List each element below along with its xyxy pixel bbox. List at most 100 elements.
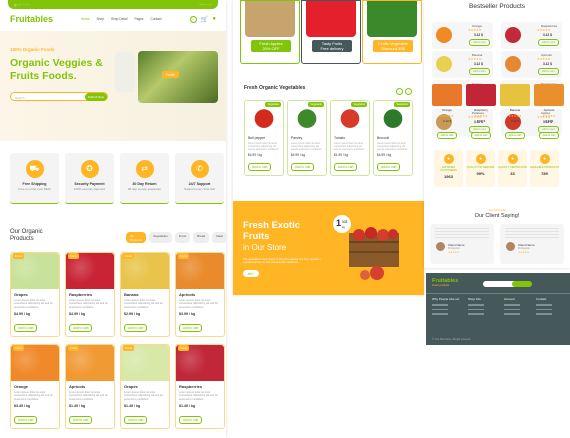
hero-title: Organic Veggies & Fruits Foods.: [10, 57, 103, 82]
bestseller-large-card[interactable]: Raspberry ★★★★★ 3.12 $ Add to cart: [466, 84, 496, 139]
product-card[interactable]: Fruits Grapes Lorem ipsum dolor sit amet c…: [10, 252, 60, 337]
add-to-cart-button[interactable]: Add to cart: [248, 163, 272, 171]
vegetable-card[interactable]: Vegetable Tomato Lorem ipsum dolor sit ame…: [330, 100, 370, 176]
users-icon: ●: [507, 154, 518, 164]
add-to-cart-button[interactable]: Add to cart: [436, 132, 458, 139]
stat-label: QUALITY OF SERVICE: [466, 166, 495, 169]
feature-30-day-return: ⇄ 30 Day Return 30 day money guarantee: [120, 153, 169, 204]
vegetable-card[interactable]: Vegetable Bell pepper Lorem ipsum dolor si…: [244, 100, 284, 176]
nav-link-pages[interactable]: Pages: [134, 17, 143, 21]
bestseller-large-card[interactable]: Apricots ★★★★★ 3.12 $ Add to cart: [534, 84, 564, 139]
tab-vegetables[interactable]: Vegetables: [148, 232, 172, 243]
nav-icons: ⌕ 🛒 ●: [189, 15, 216, 23]
cart-icon[interactable]: 🛒: [201, 16, 208, 23]
hero-image-label[interactable]: Fruits: [162, 71, 179, 78]
star-rating: ★★★★★: [508, 114, 522, 118]
vegetable-price: $4.99 / kg: [291, 152, 305, 157]
vegetable-badge: Vegetable: [265, 102, 281, 107]
arrow-left-icon[interactable]: ‹: [396, 88, 403, 95]
add-to-cart-button[interactable]: Add to cart: [334, 163, 358, 171]
bestseller-card[interactable]: Orange ★★★★★ 3.12 $ Add to cart: [432, 22, 493, 49]
feature-sub: 100% security payment: [73, 187, 106, 191]
home-page-preview: ◎ ···· ·· ···· ····· · ····· Fruitables …: [0, 0, 226, 438]
tab-fruits[interactable]: Fruits: [174, 232, 191, 243]
vegetable-card[interactable]: Vegetable Broccoli Lorem ipsum dolor sit a…: [373, 100, 413, 176]
product-description: Lorem ipsum dolor sit amet consectetur a…: [14, 299, 53, 309]
add-to-cart-button[interactable]: Add to cart: [377, 163, 401, 171]
add-to-cart-button[interactable]: Add to cart: [470, 132, 492, 139]
client-profession: Profession: [448, 247, 460, 250]
top-bar-address: ◎ ···· ·· ····: [14, 2, 31, 7]
tab-all-products[interactable]: All Products: [126, 232, 146, 243]
add-to-cart-button[interactable]: Add to cart: [504, 132, 526, 139]
bestseller-price: 3.12 $: [474, 33, 483, 37]
avatar: [506, 242, 515, 251]
add-to-cart-button[interactable]: Add to cart: [291, 163, 315, 171]
nav-link-shop[interactable]: Shop: [97, 17, 104, 21]
vegetable-description: Lorem ipsum dolor sit amet consectetur a…: [334, 141, 365, 151]
nav-link-contact[interactable]: Contact: [151, 17, 162, 21]
product-card[interactable]: Fruits Apricots Lorem ipsum dolor sit amet…: [175, 252, 225, 337]
hero-search-input[interactable]: Search Submit Now: [10, 92, 108, 101]
offers-page-preview: Fresh Apples 20% OFF Tasty Fruits Free deli…: [233, 0, 424, 295]
users-icon: ●: [475, 154, 486, 164]
nav-link-home[interactable]: Home: [81, 17, 90, 21]
add-to-cart-button[interactable]: Add to cart: [179, 416, 203, 424]
tab-meat[interactable]: Meat: [212, 232, 226, 243]
footer-col-title: Shop Info: [468, 297, 481, 301]
product-description: Lorem ipsum dolor sit amet consectetur a…: [124, 391, 163, 401]
buy-button[interactable]: BUY: [243, 270, 260, 277]
add-to-cart-button[interactable]: Add to cart: [124, 324, 148, 332]
add-to-cart-button[interactable]: Add to cart: [538, 132, 560, 139]
add-to-cart-button[interactable]: Add to cart: [14, 416, 38, 424]
bestseller-card[interactable]: Apricots ★★★★★ 3.12 $ Add to cart: [501, 51, 562, 78]
arrow-right-icon[interactable]: ›: [405, 88, 412, 95]
product-card[interactable]: Fruits Apricots Lorem ipsum dolor sit amet…: [65, 344, 115, 429]
add-to-cart-button[interactable]: Add to cart: [538, 68, 559, 75]
product-card[interactable]: Fruits Raspberries Lorem ipsum dolor sit a…: [175, 344, 225, 429]
crate-slat: [349, 251, 399, 253]
tab-bread[interactable]: Bread: [193, 232, 210, 243]
add-to-cart-button[interactable]: Add to cart: [179, 324, 203, 332]
product-card[interactable]: Fruits Raspberries Lorem ipsum dolor sit a…: [65, 252, 115, 337]
bestseller-image: [436, 56, 452, 72]
promo-banner[interactable]: Fresh Apples 20% OFF: [240, 0, 300, 64]
user-icon[interactable]: ●: [212, 16, 216, 22]
bestseller-large-card[interactable]: Banana ★★★★★ 3.12 $ Add to cart: [500, 84, 530, 139]
product-badge: Fruits: [13, 345, 24, 351]
users-icon: ●: [443, 154, 454, 164]
exotic-text: The generated Lorem Ipsum is therefore a…: [243, 258, 321, 265]
submit-button[interactable]: Submit Now: [85, 93, 107, 101]
add-to-cart-button[interactable]: Add to cart: [69, 416, 93, 424]
product-description: Lorem ipsum dolor sit amet consectetur a…: [69, 299, 108, 309]
banner-text: Tasty Fruits Free delivery: [312, 40, 352, 52]
promo-banner[interactable]: Exotic Vegetable Discount 30$: [362, 0, 422, 64]
bestseller-card[interactable]: Raspberries★★★★★3.12 $Add to cart: [501, 22, 562, 49]
add-to-cart-button[interactable]: Add to cart: [69, 324, 93, 332]
star-rating: ★★★★★: [440, 114, 454, 118]
subscribe-button[interactable]: [512, 281, 532, 287]
promo-banner[interactable]: Tasty Fruits Free delivery: [301, 0, 361, 64]
add-to-cart-button[interactable]: Add to cart: [538, 39, 559, 46]
product-card[interactable]: Fruits Grapes Lorem ipsum dolor sit amet c…: [120, 344, 170, 429]
testimonial-text: [505, 228, 559, 238]
brand-logo[interactable]: Fruitables: [10, 14, 53, 24]
product-description: Lorem ipsum dolor sit amet consectetur a…: [14, 391, 53, 401]
feature-title: 30 Day Return: [132, 182, 157, 186]
add-to-cart-button[interactable]: Add to cart: [469, 68, 490, 75]
product-card[interactable]: Fruits Orange Lorem ipsum dolor sit amet c…: [10, 344, 60, 429]
product-badge: Fruits: [178, 345, 189, 351]
add-to-cart-button[interactable]: Add to cart: [124, 416, 148, 424]
bestseller-card[interactable]: Banana ★★★★★ 3.12 $ Add to cart: [432, 51, 493, 78]
product-price: $2.99 / kg: [124, 312, 141, 316]
bestseller-large-image: [500, 84, 530, 106]
nav-link-shop-detail[interactable]: Shop Detail: [111, 17, 127, 21]
hero-section: 100% Organic Foods Organic Veggies & Fru…: [0, 31, 226, 141]
bestseller-large-card[interactable]: Orange ★★★★★ 3.12 $ Add to cart: [432, 84, 462, 139]
add-to-cart-button[interactable]: Add to cart: [469, 39, 490, 46]
vegetable-card[interactable]: Vegetable Parsley Lorem ipsum dolor sit am…: [287, 100, 327, 176]
product-card[interactable]: Fruits Banana Lorem ipsum dolor sit amet c…: [120, 252, 170, 337]
add-to-cart-button[interactable]: Add to cart: [14, 324, 38, 332]
search-icon[interactable]: ⌕: [189, 15, 197, 23]
badge-number: 1: [336, 218, 342, 228]
